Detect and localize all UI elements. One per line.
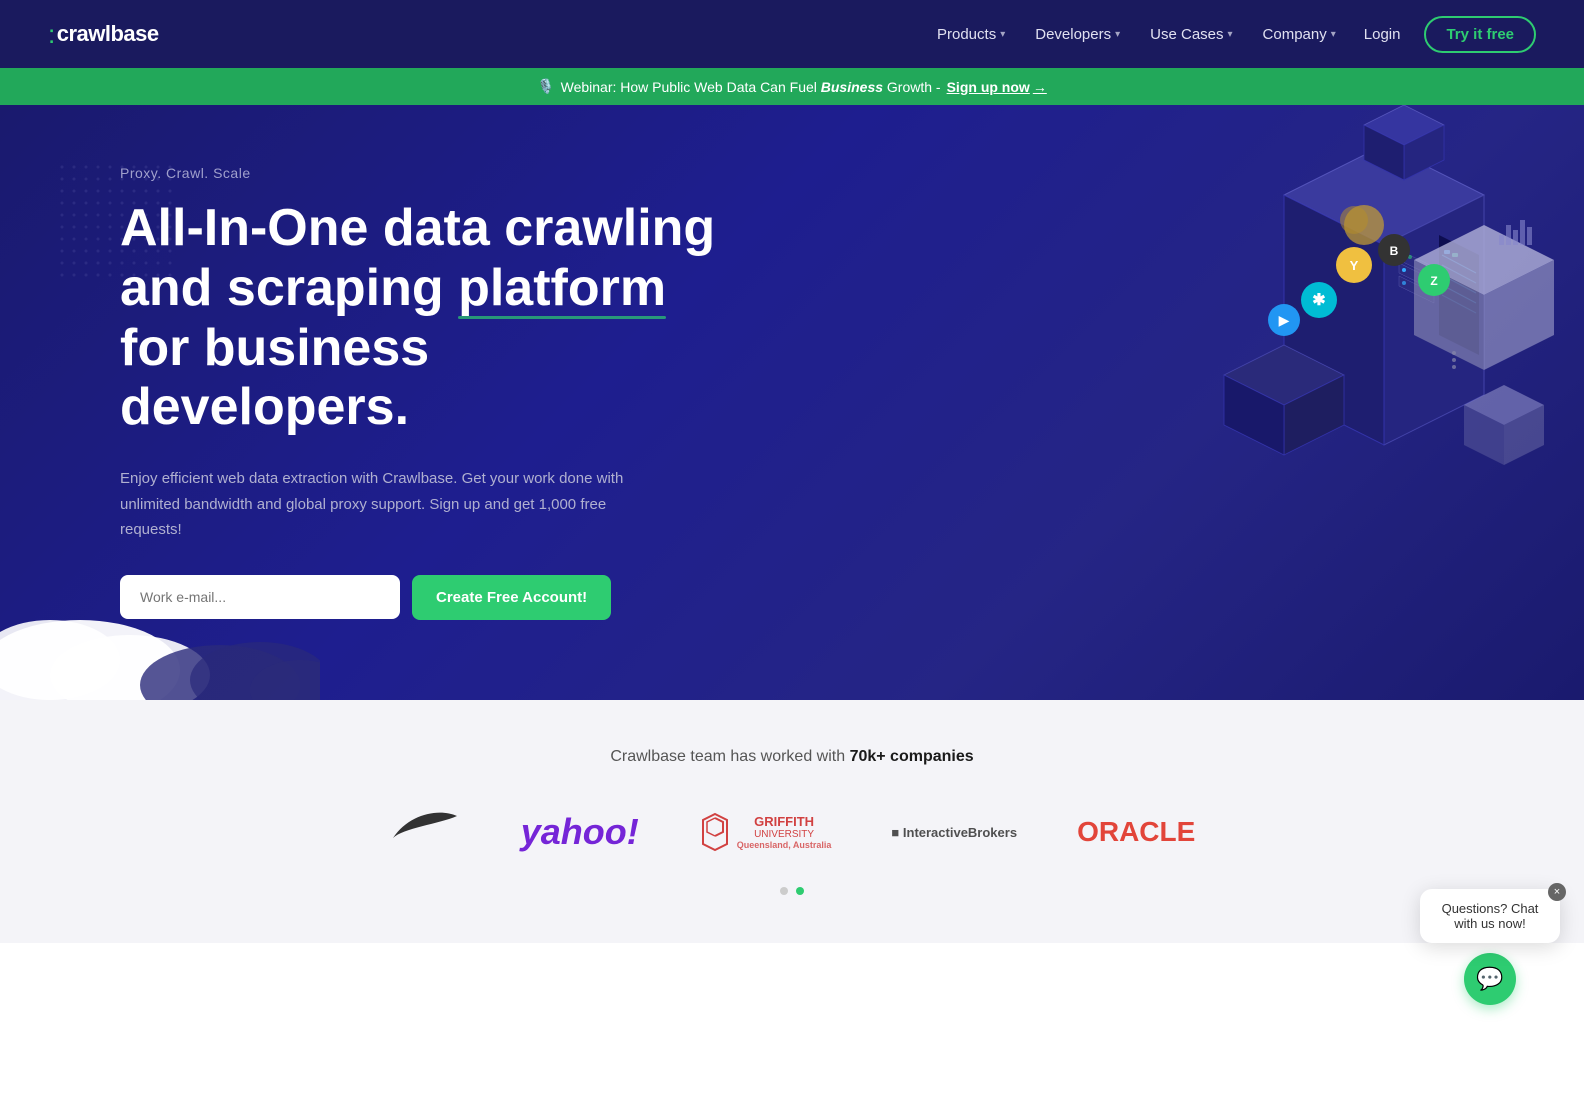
create-account-button[interactable]: Create Free Account! xyxy=(412,575,611,620)
arrow-right-icon: → xyxy=(1033,79,1047,95)
brand-logo[interactable]: :crawlbase xyxy=(48,19,159,50)
hero-illustration: Y B Z ✱ ▶ xyxy=(1084,105,1584,700)
badge-y xyxy=(1336,247,1372,283)
hero-content: Proxy. Crawl. Scale All-In-One data craw… xyxy=(120,165,720,620)
carousel-dots xyxy=(80,887,1504,895)
chat-widget: × Questions? Chat with us now! 💬 xyxy=(1420,889,1560,1005)
developers-nav-button[interactable]: Developers ▾ xyxy=(1023,18,1132,51)
nav-item-products: Products ▾ xyxy=(925,18,1017,51)
nav-links: Products ▾ Developers ▾ Use Cases ▾ Comp… xyxy=(925,18,1348,51)
griffith-icon xyxy=(699,812,731,852)
company-logo-griffith: GRIFFITH UNIVERSITY Queensland, Australi… xyxy=(699,812,832,852)
company-nav-button[interactable]: Company ▾ xyxy=(1251,18,1348,51)
badge-asterisk xyxy=(1301,282,1337,318)
products-nav-button[interactable]: Products ▾ xyxy=(925,18,1017,51)
badge-b xyxy=(1378,234,1410,266)
nav-item-developers: Developers ▾ xyxy=(1023,18,1132,51)
hero-highlight: platform xyxy=(458,259,666,317)
badge-z xyxy=(1418,264,1450,296)
nav-item-company: Company ▾ xyxy=(1251,18,1348,51)
carousel-dot-1[interactable] xyxy=(780,887,788,895)
banner-emoji: 🎙️ xyxy=(537,78,554,95)
company-logo-interactive-brokers: ■ InteractiveBrokers xyxy=(891,824,1017,840)
try-free-button[interactable]: Try it free xyxy=(1424,16,1536,53)
company-logo-oracle: ORACLE xyxy=(1077,816,1195,848)
svg-text:✱: ✱ xyxy=(1312,292,1325,309)
companies-section: Crawlbase team has worked with 70k+ comp… xyxy=(0,700,1584,943)
companies-logos: yahoo! GRIFFITH UNIVERSITY Queensland, A… xyxy=(80,806,1504,859)
hero-title: All-In-One data crawling and scraping pl… xyxy=(120,199,720,438)
chevron-down-icon: ▾ xyxy=(1000,29,1005,40)
hero-description: Enjoy efficient web data extraction with… xyxy=(120,466,640,543)
hero-form: Create Free Account! xyxy=(120,575,720,620)
banner-signup-link[interactable]: Sign up now → xyxy=(947,79,1047,95)
chat-close-button[interactable]: × xyxy=(1548,883,1566,901)
announcement-banner: 🎙️ Webinar: How Public Web Data Can Fuel… xyxy=(0,68,1584,105)
chat-open-button[interactable]: 💬 xyxy=(1464,953,1516,1005)
login-button[interactable]: Login xyxy=(1348,18,1417,51)
navbar: :crawlbase Products ▾ Developers ▾ Use C… xyxy=(0,0,1584,68)
chat-bubble: × Questions? Chat with us now! xyxy=(1420,889,1560,943)
chat-bubble-text: Questions? Chat with us now! xyxy=(1442,901,1539,931)
badge-play xyxy=(1268,304,1300,336)
planet-decoration xyxy=(1344,205,1384,245)
company-logo-nike xyxy=(389,806,461,859)
logo-text: crawlbase xyxy=(57,21,159,47)
email-input[interactable] xyxy=(120,575,400,619)
svg-text:Y: Y xyxy=(1350,258,1359,273)
chevron-down-icon: ▾ xyxy=(1228,29,1233,40)
chat-icon: 💬 xyxy=(1476,966,1503,992)
logo-bracket: : xyxy=(48,19,55,50)
svg-text:▶: ▶ xyxy=(1279,312,1290,328)
svg-text:Z: Z xyxy=(1430,274,1437,288)
company-logo-yahoo: yahoo! xyxy=(521,811,639,853)
svg-text:B: B xyxy=(1390,244,1399,258)
usecases-nav-button[interactable]: Use Cases ▾ xyxy=(1138,18,1244,51)
companies-title: Crawlbase team has worked with 70k+ comp… xyxy=(80,748,1504,766)
hero-tag: Proxy. Crawl. Scale xyxy=(120,165,720,181)
chevron-down-icon: ▾ xyxy=(1115,29,1120,40)
chevron-down-icon: ▾ xyxy=(1331,29,1336,40)
server-illustration: Y B Z ✱ ▶ xyxy=(1084,105,1584,565)
nike-swoosh xyxy=(389,806,461,848)
carousel-dot-2[interactable] xyxy=(796,887,804,895)
banner-text: Webinar: How Public Web Data Can Fuel Bu… xyxy=(561,79,941,95)
nav-item-usecases: Use Cases ▾ xyxy=(1138,18,1244,51)
hero-section: Proxy. Crawl. Scale All-In-One data craw… xyxy=(0,105,1584,700)
